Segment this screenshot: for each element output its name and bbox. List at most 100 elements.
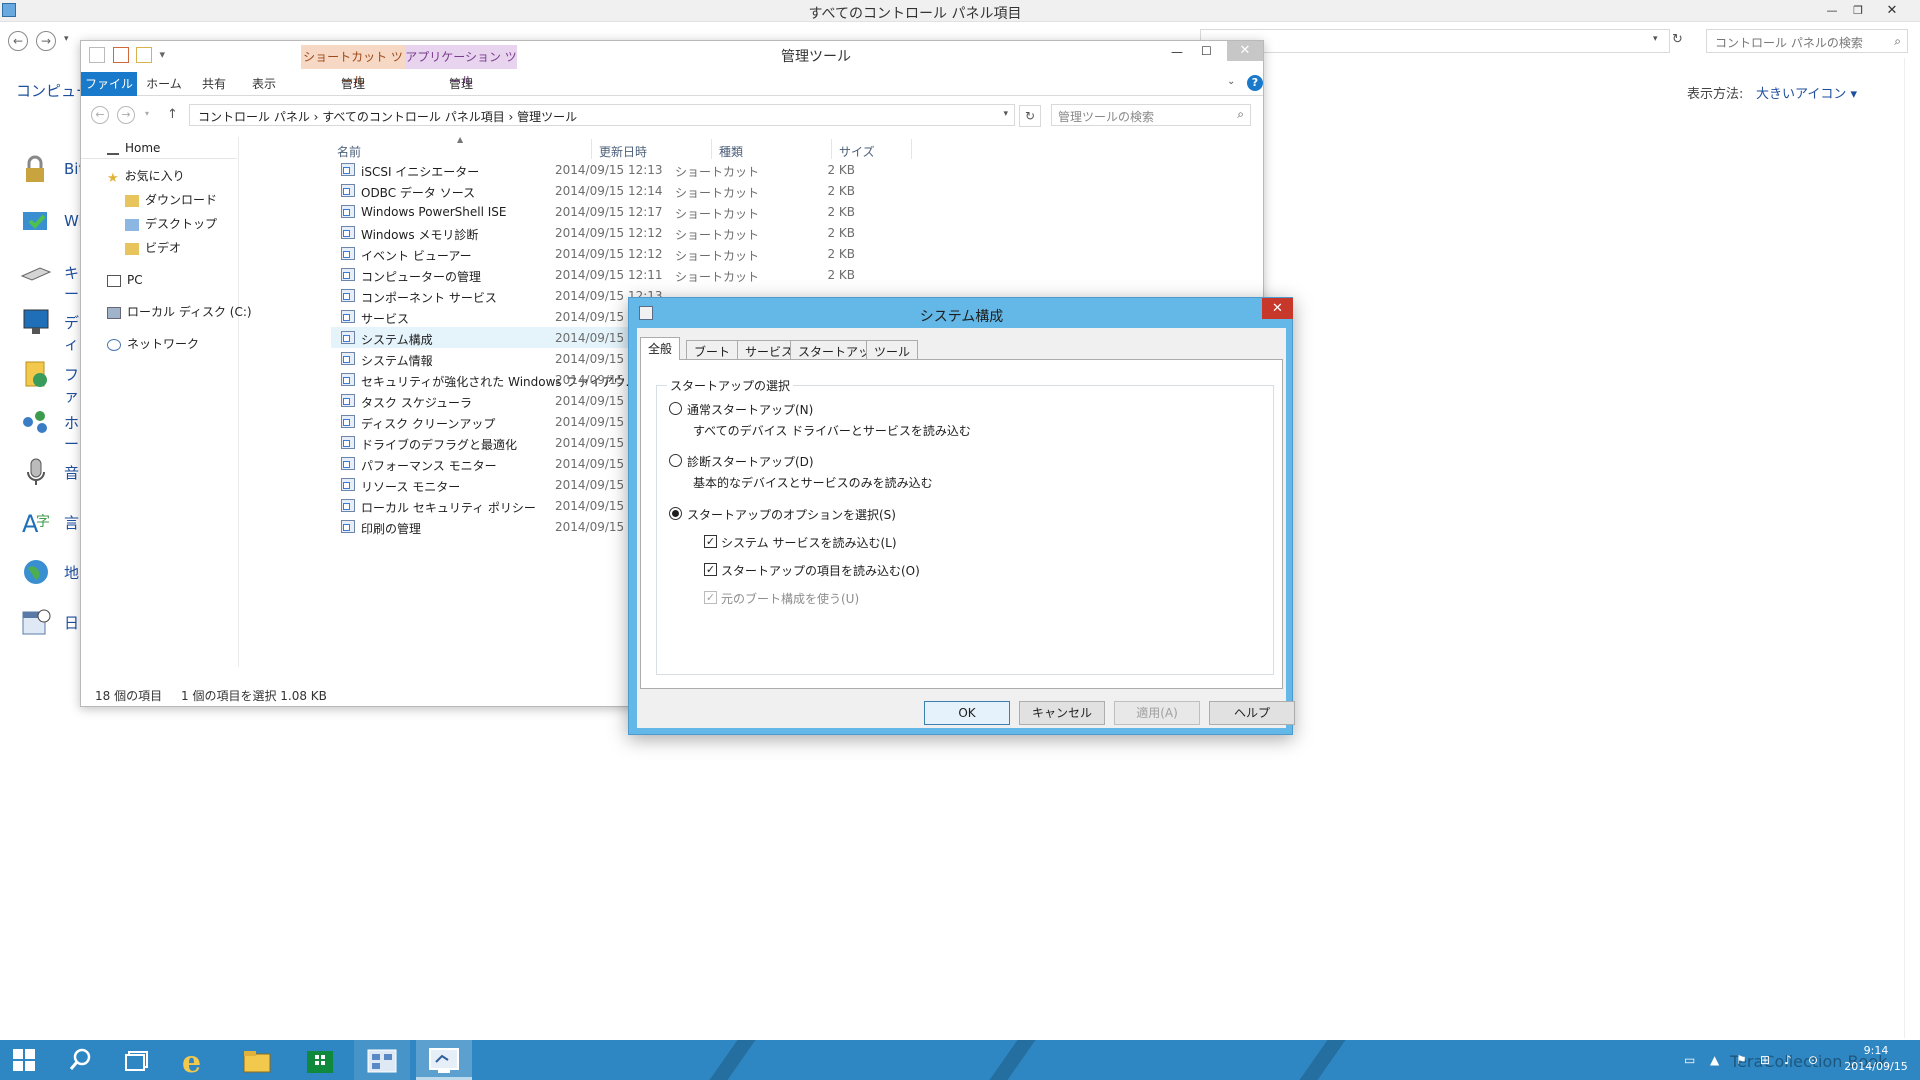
nav-item-favorites[interactable]: ★ お気に入り (107, 167, 185, 187)
clock-time[interactable]: 9:14 (1836, 1044, 1916, 1057)
cp-item-language[interactable]: A字 言 (20, 502, 80, 542)
control-panel-search-input[interactable]: コントロール パネルの検索 ⌕ (1706, 29, 1908, 53)
refresh-icon[interactable]: ↻ (1672, 32, 1683, 47)
nav-item-desktop[interactable]: デスクトップ (125, 215, 217, 235)
column-header-size[interactable]: サイズ (839, 143, 875, 160)
close-icon[interactable]: ✕ (1262, 298, 1293, 319)
tab-shortcut-manage[interactable]: 管理 (301, 72, 405, 96)
task-view-button[interactable] (110, 1040, 166, 1080)
search-icon[interactable]: ⌕ (1894, 34, 1901, 49)
start-button[interactable] (0, 1040, 48, 1080)
tab-share[interactable]: 共有 (191, 72, 237, 96)
taskbar-control-panel-button[interactable] (354, 1040, 410, 1080)
nav-item-pc[interactable]: PC (107, 273, 143, 293)
taskbar-ie-button[interactable]: e (168, 1040, 224, 1080)
tab-file[interactable]: ファイル (81, 72, 137, 96)
minimize-icon[interactable]: — (1171, 45, 1183, 59)
cp-item-speech[interactable]: 音 (20, 452, 80, 492)
cp-item-bitlocker[interactable]: Bit (20, 150, 84, 190)
file-row[interactable]: ODBC データ ソース 2014/09/15 12:14 ショートカット 2 KB (331, 180, 931, 201)
load-system-services-label[interactable]: システム サービスを読み込む(L) (721, 534, 897, 551)
nav-item-home[interactable]: Home (81, 137, 237, 159)
folder-icon[interactable] (136, 47, 152, 63)
volume-icon[interactable]: ♪ (1784, 1053, 1792, 1067)
load-startup-items-checkbox[interactable]: ✓ (704, 563, 717, 576)
address-dropdown-icon[interactable]: ▾ (1003, 109, 1008, 119)
view-by-dropdown[interactable]: 大きいアイコン ▾ (1756, 83, 1857, 102)
column-divider[interactable] (911, 139, 912, 159)
forward-icon[interactable]: → (117, 106, 135, 124)
tab-application-manage[interactable]: 管理 (405, 72, 517, 96)
nav-item-network[interactable]: ネットワーク (107, 335, 199, 355)
help-icon[interactable]: ? (1247, 75, 1263, 91)
network-status-icon[interactable]: ⊞ (1760, 1053, 1770, 1067)
clock-date[interactable]: 2014/09/15 (1836, 1060, 1916, 1073)
tab-general[interactable]: 全般 (640, 337, 681, 360)
customize-qat-icon[interactable]: ▾ (160, 48, 166, 61)
column-header-name[interactable]: 名前 (337, 143, 361, 160)
file-row[interactable]: Windows PowerShell ISE 2014/09/15 12:17 ショ… (331, 201, 931, 222)
help-button[interactable]: ヘルプ (1209, 701, 1295, 725)
back-icon[interactable]: ← (8, 31, 28, 51)
selective-startup-label[interactable]: スタートアップのオプションを選択(S) (687, 506, 896, 523)
tab-boot[interactable]: ブート (686, 340, 739, 359)
column-header-type[interactable]: 種類 (719, 143, 743, 160)
column-divider[interactable] (591, 139, 592, 159)
file-row[interactable]: iSCSI イニシエーター 2014/09/15 12:13 ショートカット 2 KB (331, 159, 931, 180)
load-system-services-checkbox[interactable]: ✓ (704, 535, 717, 548)
normal-startup-radio[interactable] (669, 402, 682, 415)
column-divider[interactable] (831, 139, 832, 159)
file-row[interactable]: Windows メモリ診断 2014/09/15 12:12 ショートカット 2 KB (331, 222, 931, 243)
cancel-button[interactable]: キャンセル (1019, 701, 1105, 725)
explorer-address-bar[interactable]: コントロール パネル › すべてのコントロール パネル項目 › 管理ツール ▾ (189, 104, 1015, 126)
nav-item-local-disk[interactable]: ローカル ディスク (C:) (107, 303, 252, 323)
taskbar-explorer-button[interactable] (228, 1040, 284, 1080)
close-icon[interactable]: ✕ (1227, 41, 1263, 61)
explorer-search-input[interactable]: 管理ツールの検索 ⌕ (1051, 104, 1251, 126)
action-center-icon[interactable]: ▭ (1684, 1053, 1695, 1067)
taskbar-search-button[interactable] (52, 1040, 108, 1080)
taskbar-store-button[interactable] (292, 1040, 348, 1080)
recent-locations-icon[interactable]: ▾ (145, 109, 149, 118)
tab-home[interactable]: ホーム (139, 72, 189, 96)
cp-item-file-history[interactable]: ファ (20, 354, 80, 405)
up-icon[interactable]: ↑ (167, 107, 178, 122)
cp-item-region[interactable]: 地 (20, 552, 80, 592)
ime-icon[interactable]: ⊙ (1808, 1053, 1818, 1067)
application-tools-context-tab[interactable]: アプリケーション ツール (405, 45, 517, 88)
recent-locations-icon[interactable]: ▾ (64, 34, 69, 44)
taskbar-msconfig-button[interactable] (416, 1040, 472, 1080)
restore-icon[interactable]: ❐ (1846, 2, 1870, 20)
minimize-icon[interactable]: — (1820, 2, 1844, 20)
properties-icon[interactable] (89, 47, 105, 63)
cp-item-date-time[interactable]: 日 (20, 602, 80, 642)
ok-button[interactable]: OK (924, 701, 1010, 725)
flag-icon[interactable]: ⚑ (1736, 1053, 1747, 1067)
column-header-date[interactable]: 更新日時 (599, 143, 647, 160)
normal-startup-label[interactable]: 通常スタートアップ(N) (687, 401, 813, 418)
nav-item-downloads[interactable]: ダウンロード (125, 191, 217, 211)
diagnostic-startup-radio[interactable] (669, 454, 682, 467)
nav-item-videos[interactable]: ビデオ (125, 239, 181, 259)
cp-item-homegroup[interactable]: ホー (20, 402, 80, 453)
diagnostic-startup-label[interactable]: 診断スタートアップ(D) (687, 453, 814, 470)
selective-startup-radio[interactable] (669, 507, 682, 520)
search-icon[interactable]: ⌕ (1237, 107, 1244, 122)
refresh-icon[interactable]: ↻ (1019, 105, 1041, 127)
address-dropdown-icon[interactable]: ▾ (1653, 34, 1658, 44)
show-hidden-icons-icon[interactable]: ▲ (1710, 1053, 1719, 1067)
forward-icon[interactable]: → (36, 31, 56, 51)
maximize-icon[interactable]: ☐ (1201, 44, 1212, 58)
expand-ribbon-icon[interactable]: ⌄ (1227, 76, 1235, 87)
column-divider[interactable] (711, 139, 712, 159)
control-panel-scrollbar[interactable] (1904, 58, 1920, 1038)
shortcut-tools-context-tab[interactable]: ショートカット ツール (301, 45, 405, 88)
file-row[interactable]: イベント ビューアー 2014/09/15 12:12 ショートカット 2 KB (331, 243, 931, 264)
new-folder-icon[interactable] (112, 47, 129, 63)
file-row[interactable]: コンピューターの管理 2014/09/15 12:11 ショートカット 2 KB (331, 264, 931, 285)
back-icon[interactable]: ← (91, 106, 109, 124)
close-icon[interactable]: ✕ (1880, 2, 1904, 20)
cp-item-windows-update[interactable]: Wi (20, 202, 83, 242)
tab-view[interactable]: 表示 (239, 72, 289, 96)
cp-item-display[interactable]: ディ (20, 302, 80, 353)
